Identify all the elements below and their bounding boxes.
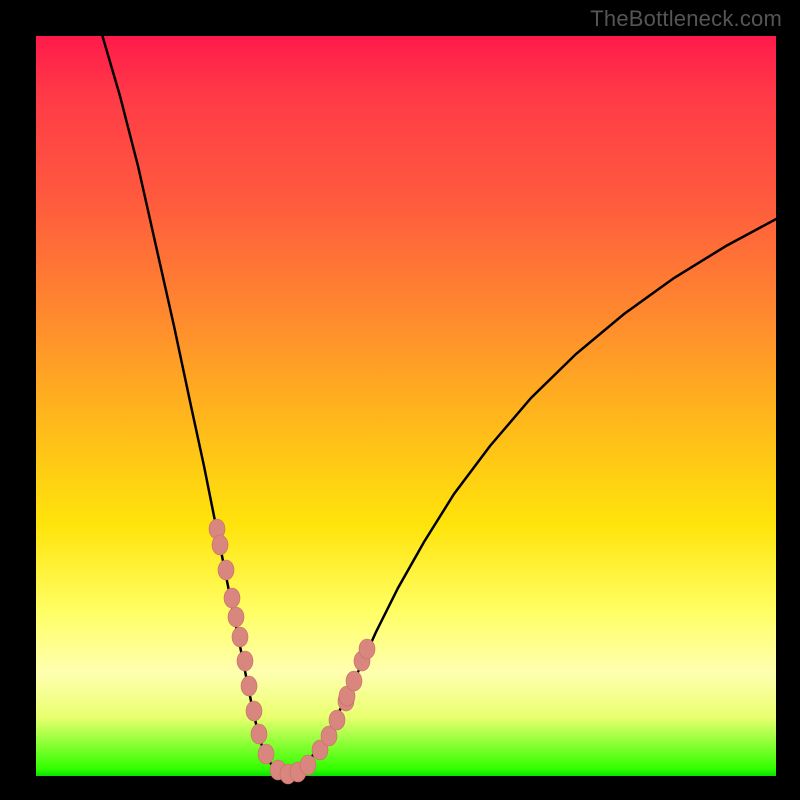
data-marker xyxy=(258,744,274,764)
watermark-text: TheBottleneck.com xyxy=(590,6,782,32)
plot-area xyxy=(36,36,776,776)
data-marker xyxy=(232,627,248,647)
data-marker xyxy=(224,588,240,608)
data-marker xyxy=(237,651,253,671)
data-marker xyxy=(300,755,316,775)
data-marker xyxy=(346,671,362,691)
data-marker xyxy=(359,639,375,659)
data-marker xyxy=(218,560,234,580)
data-marker xyxy=(212,535,228,555)
data-marker xyxy=(228,607,244,627)
chart-svg xyxy=(36,36,776,776)
curve-right xyxy=(286,218,778,775)
marker-group xyxy=(209,519,375,784)
data-marker xyxy=(251,724,267,744)
curve-left xyxy=(101,31,286,775)
chart-frame: TheBottleneck.com xyxy=(0,0,800,800)
data-marker xyxy=(246,701,262,721)
data-marker xyxy=(241,676,257,696)
data-marker xyxy=(329,710,345,730)
